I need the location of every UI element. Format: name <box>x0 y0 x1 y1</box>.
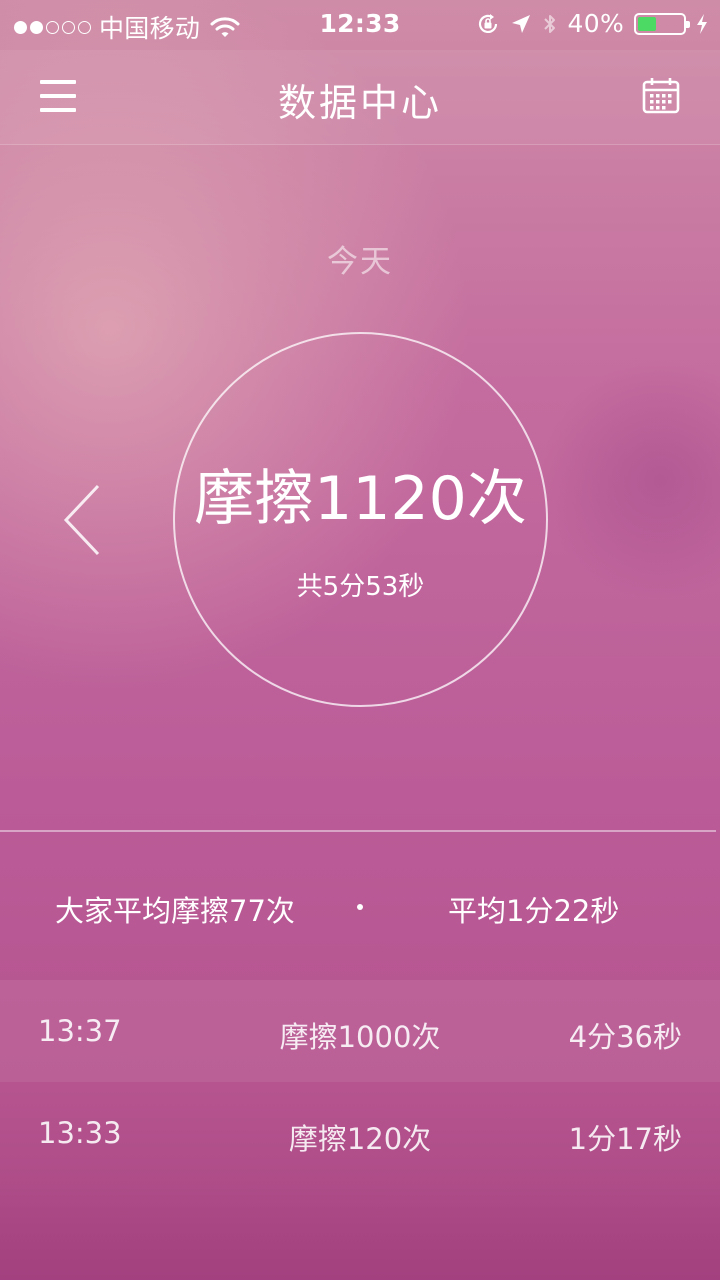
daily-count: 摩擦1120次 <box>194 464 527 534</box>
signal-dot <box>14 20 27 34</box>
summary-circle: 摩擦1120次 共5分53秒 <box>173 332 548 707</box>
battery-level <box>638 16 656 31</box>
bottom-gradient <box>0 1184 720 1280</box>
signal-dot <box>46 20 59 34</box>
average-time: 平均1分22秒 <box>448 894 620 928</box>
battery-percent: 40% <box>567 9 624 38</box>
menu-line <box>40 80 76 84</box>
menu-line <box>40 94 76 98</box>
menu-icon[interactable] <box>40 80 76 112</box>
bluetooth-icon <box>543 14 555 33</box>
status-right: 40% <box>476 9 708 38</box>
signal-dot <box>78 20 91 34</box>
orientation-lock-icon <box>478 13 497 33</box>
record-duration: 4分36秒 <box>568 1020 682 1054</box>
menu-line <box>40 108 76 112</box>
nav-bar: 数据中心 <box>0 50 720 145</box>
average-stats: 大家平均摩擦77次 平均1分22秒 <box>0 888 720 932</box>
date-label: 今天 <box>327 244 393 280</box>
status-bar: 中国移动 12:33 40% <box>0 0 720 50</box>
signal-dot <box>30 20 43 34</box>
page-title: 数据中心 <box>277 81 442 125</box>
carrier-name: 中国移动 <box>99 14 201 43</box>
charging-bolt-icon <box>697 13 707 34</box>
location-arrow-icon <box>511 14 530 33</box>
separator-dot <box>357 904 363 910</box>
chevron-left-icon[interactable] <box>60 482 104 558</box>
record-duration: 1分17秒 <box>568 1122 682 1156</box>
calendar-icon[interactable] <box>642 76 680 114</box>
signal-dot <box>62 20 75 34</box>
average-count: 大家平均摩擦77次 <box>55 894 295 928</box>
wifi-icon <box>210 17 240 37</box>
daily-total-time: 共5分53秒 <box>296 572 425 602</box>
record-row[interactable]: 13:33 摩擦120次 1分17秒 <box>0 1082 720 1184</box>
record-row[interactable]: 13:37 摩擦1000次 4分36秒 <box>0 980 720 1082</box>
record-list: 13:37 摩擦1000次 4分36秒 13:33 摩擦120次 1分17秒 <box>0 980 720 1184</box>
divider <box>0 830 716 832</box>
status-left: 中国移动 <box>14 9 240 45</box>
signal-strength-icon <box>14 20 91 34</box>
battery-icon <box>634 12 690 35</box>
